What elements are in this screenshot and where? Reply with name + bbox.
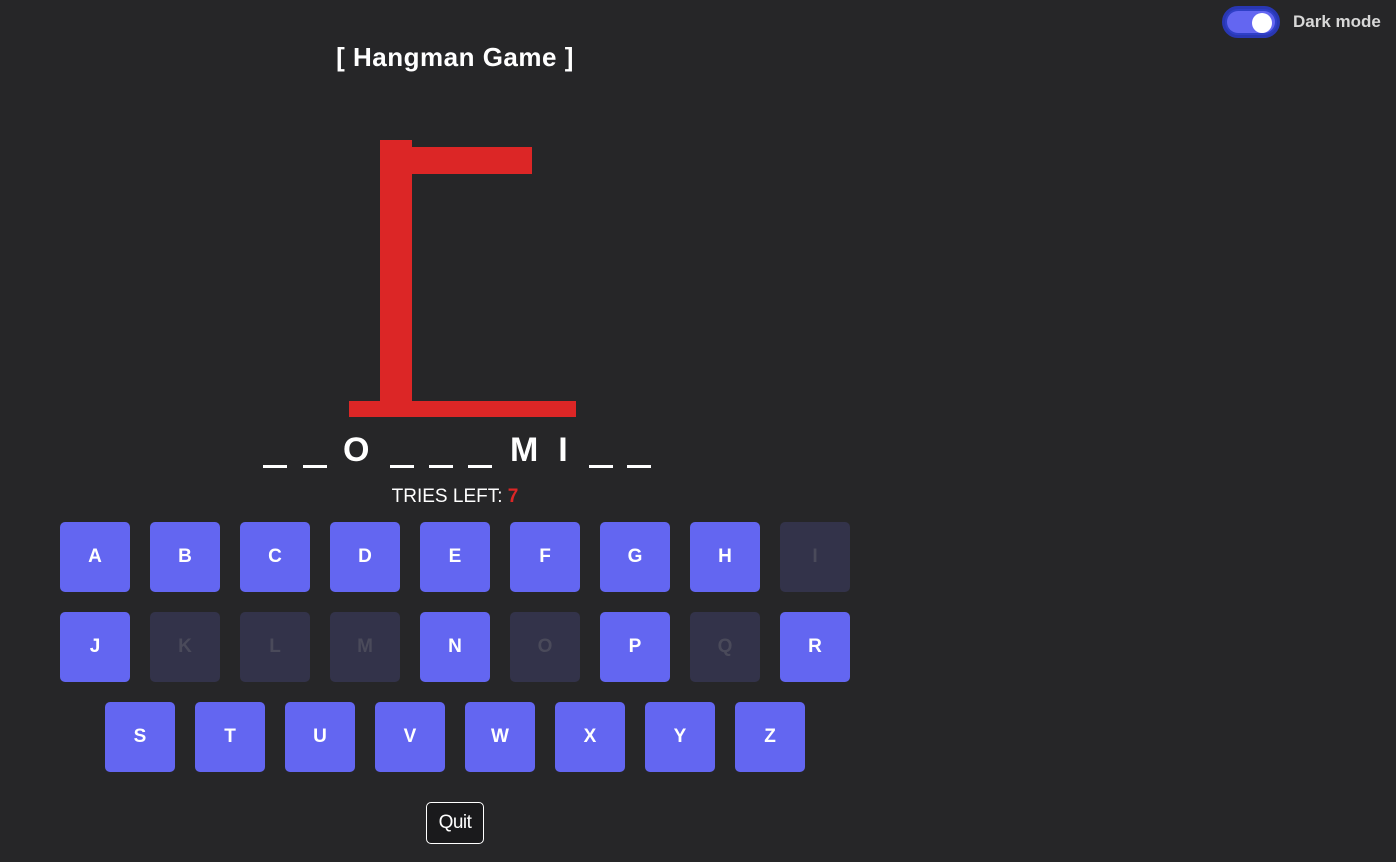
key-u[interactable]: U: [285, 702, 355, 772]
gallows-beam: [380, 147, 532, 174]
key-j[interactable]: J: [60, 612, 130, 682]
key-p[interactable]: P: [600, 612, 670, 682]
key-n[interactable]: N: [420, 612, 490, 682]
key-b[interactable]: B: [150, 522, 220, 592]
key-v[interactable]: V: [375, 702, 445, 772]
word-slot: [263, 430, 287, 468]
key-d[interactable]: D: [330, 522, 400, 592]
key-t[interactable]: T: [195, 702, 265, 772]
word-slot: [468, 430, 492, 468]
word-display: O MI: [255, 430, 655, 476]
tries-status: TRIES LEFT: 7: [250, 486, 660, 508]
word-slot: I: [558, 431, 568, 469]
toggle-knob: [1252, 13, 1272, 33]
gallows-pole: [380, 140, 412, 412]
key-z[interactable]: Z: [735, 702, 805, 772]
key-w[interactable]: W: [465, 702, 535, 772]
word-slot: [303, 430, 327, 468]
word-slot: [627, 430, 651, 468]
dark-mode-control[interactable]: Dark mode: [1222, 6, 1381, 38]
word-slot: [589, 430, 613, 468]
word-slot: O: [343, 431, 370, 469]
key-x[interactable]: X: [555, 702, 625, 772]
key-i: I: [780, 522, 850, 592]
key-r[interactable]: R: [780, 612, 850, 682]
key-l: L: [240, 612, 310, 682]
key-e[interactable]: E: [420, 522, 490, 592]
key-f[interactable]: F: [510, 522, 580, 592]
key-h[interactable]: H: [690, 522, 760, 592]
key-k: K: [150, 612, 220, 682]
hangman-page: Dark mode [ Hangman Game ] OMI TRIES LEF…: [0, 0, 1396, 862]
key-y[interactable]: Y: [645, 702, 715, 772]
word-slot: M: [510, 431, 539, 469]
key-g[interactable]: G: [600, 522, 670, 592]
word-slot: [429, 430, 453, 468]
key-s[interactable]: S: [105, 702, 175, 772]
quit-button[interactable]: Quit: [426, 802, 484, 844]
word-slot: [390, 430, 414, 468]
key-o: O: [510, 612, 580, 682]
dark-mode-label: Dark mode: [1293, 12, 1381, 31]
tries-label: TRIES LEFT:: [391, 486, 503, 507]
key-a[interactable]: A: [60, 522, 130, 592]
tries-count: 7: [507, 486, 519, 507]
key-m: M: [330, 612, 400, 682]
gallows-base: [349, 401, 576, 417]
key-c[interactable]: C: [240, 522, 310, 592]
key-q: Q: [690, 612, 760, 682]
dark-mode-toggle[interactable]: [1222, 6, 1280, 38]
page-title: [ Hangman Game ]: [336, 42, 574, 72]
